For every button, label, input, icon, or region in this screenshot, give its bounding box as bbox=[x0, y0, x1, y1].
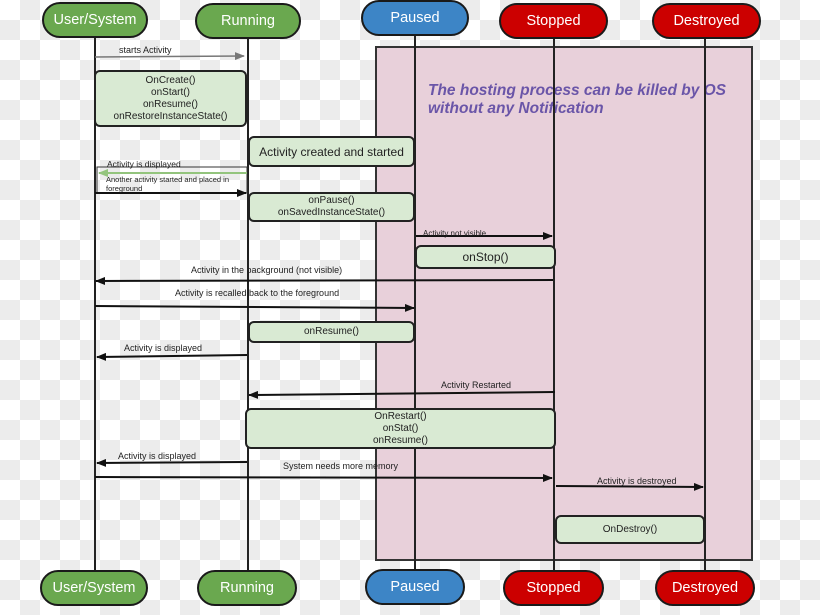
msg-activity-not-visible: Activity not visible bbox=[423, 229, 487, 238]
arrow-activity-background bbox=[95, 276, 554, 285]
arrow-activity-recalled bbox=[94, 303, 415, 312]
msg-starts-activity: starts Activity bbox=[119, 45, 172, 55]
msg-activity-displayed-3: Activity is displayed bbox=[118, 451, 197, 461]
message-arrows bbox=[94, 52, 704, 491]
msg-activity-restarted: Activity Restarted bbox=[441, 380, 512, 390]
arrow-system-memory bbox=[94, 473, 553, 482]
msg-activity-background: Activity in the background (not visible) bbox=[191, 265, 343, 275]
arrow-activity-displayed-2 bbox=[96, 352, 248, 361]
msg-activity-displayed-2: Activity is displayed bbox=[124, 343, 203, 353]
msg-another-activity: Another activity started and placed in f… bbox=[106, 175, 229, 193]
arrow-activity-restarted bbox=[248, 390, 556, 399]
arrow-activity-displayed-3 bbox=[96, 458, 248, 467]
arrow-activity-destroyed bbox=[555, 482, 704, 491]
msg-activity-displayed-1: Activity is displayed bbox=[107, 159, 181, 169]
msg-activity-recalled: Activity is recalled back to the foregro… bbox=[175, 288, 340, 298]
msg-activity-destroyed: Activity is destroyed bbox=[597, 476, 677, 486]
arrow-starts-activity bbox=[94, 52, 245, 61]
msg-system-memory: System needs more memory bbox=[283, 461, 399, 471]
